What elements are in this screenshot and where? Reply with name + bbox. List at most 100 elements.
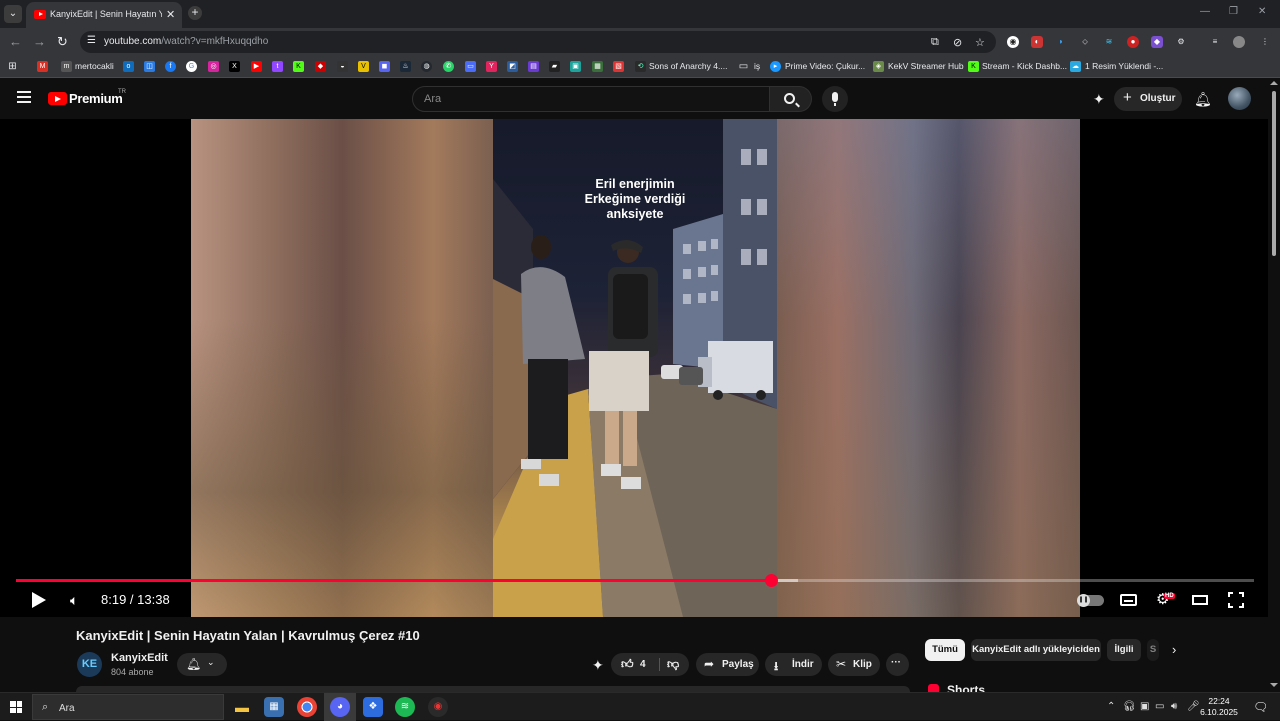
voice-search-mic-icon[interactable] [822,86,848,112]
play-icon[interactable] [32,592,46,608]
search-input[interactable]: Ara [412,86,770,112]
like-icon[interactable]: 👍︎ [621,657,634,672]
system-clock[interactable]: 22:24 6.10.2025 [1199,696,1239,718]
profile-icon[interactable] [1233,36,1245,48]
seek-bar[interactable] [16,574,1254,587]
new-tab-button[interactable]: + [188,6,202,20]
extension-5-icon[interactable]: ≋ [1103,36,1115,48]
forward-icon[interactable]: → [33,34,46,49]
bookmark-mertocakli[interactable]: mertocakli [75,61,114,71]
speaker-icon[interactable]: 🔊︎ [1171,701,1177,712]
share-button[interactable]: ➦ Paylaş [696,653,759,676]
url-text[interactable]: youtube.com/watch?v=mkfHxuqqdho [104,36,268,47]
taskbar-search-input[interactable]: ⌕ Ara [32,694,224,720]
bookmark-sons-of-anarchy[interactable]: Sons of Anarchy 4.... [649,61,727,71]
twitch-icon[interactable]: t [272,61,283,72]
scroll-up-icon[interactable] [1270,81,1278,85]
notification-center-icon[interactable]: 🗨︎ [1253,700,1268,714]
more-actions-button[interactable]: ··· [886,653,909,676]
facebook-icon[interactable]: f [165,61,176,72]
app-taskbar-icon[interactable]: ❖ [363,697,383,717]
extension-4-icon[interactable]: ⬦ [1079,36,1091,48]
autoplay-toggle[interactable]: ❚❚ [1077,594,1104,607]
youtube-logo-icon[interactable] [48,92,67,105]
bookmark-purple-icon[interactable]: ▤ [528,61,539,72]
chip-from-uploader[interactable]: KanyixEdit adlı yükleyiciden [971,639,1101,661]
tab-search-icon[interactable]: ⌄ [4,5,22,23]
kick-icon[interactable]: K [293,61,304,72]
extension-3-icon[interactable]: ◗ [1055,36,1067,48]
maximize-icon[interactable]: ❐ [1229,6,1238,17]
chrome-icon[interactable] [297,697,317,717]
windows-start-icon[interactable] [10,701,22,713]
chevron-right-icon[interactable]: › [1172,642,1176,657]
site-info-icon[interactable]: ☰ [87,35,96,46]
ask-ai-sparkle-icon[interactable]: ✦ [592,657,604,674]
tracking-protection-icon[interactable]: ⊘ [953,36,962,49]
browser-menu-icon[interactable]: ⋮ [1259,36,1271,48]
network-icon[interactable]: ▭ [1155,701,1164,712]
volume-icon[interactable]: 🔈︎ [70,592,78,609]
bookmark-v-icon[interactable]: V [358,61,369,72]
dislike-icon[interactable]: 👎︎ [667,657,679,672]
scroll-down-icon[interactable] [1270,683,1278,687]
microphone-icon[interactable]: 🎤︎ [1187,701,1200,712]
download-button[interactable]: ⭳ İndir [765,653,822,676]
bookmark-prime-video[interactable]: Prime Video: Çukur... [785,61,865,71]
subscribed-notifications-button[interactable]: 🔔︎ ⌄ [177,653,227,676]
video-frame[interactable]: Eril enerjimin Erkeğime verdiği anksiyet… [493,119,777,617]
chip-related[interactable]: İlgili [1107,639,1141,661]
bookmark-kick-dashboard[interactable]: Stream - Kick Dashb... [982,61,1067,71]
channel-avatar[interactable]: KE [77,652,102,677]
scrollbar-thumb[interactable] [1272,91,1276,256]
extension-1-icon[interactable]: ◉ [1007,36,1019,48]
back-icon[interactable]: ← [9,34,22,49]
tray-app-icon[interactable]: ▣ [1140,701,1149,712]
notifications-bell-icon[interactable]: 🔔︎ [1194,91,1212,108]
reading-list-icon[interactable]: ≡ [1209,36,1221,48]
google-icon[interactable]: G [186,61,197,72]
guide-menu-icon[interactable] [17,91,31,103]
bookmark-chart-icon[interactable]: ◩ [507,61,518,72]
steam-icon[interactable]: ♨ [400,61,411,72]
chip-partial[interactable]: S [1147,639,1159,661]
tray-overflow-icon[interactable]: ⌃ [1107,701,1115,712]
bookmark-kekv[interactable]: KekV Streamer Hub [888,61,964,71]
bookmark-resim[interactable]: 1 Resim Yüklendi -... [1085,61,1163,71]
bookmark-site-icon[interactable]: ◫ [144,61,155,72]
app-red-taskbar-icon[interactable]: ◉ [428,697,448,717]
bookmark-dark2-icon[interactable]: ▰ [549,61,560,72]
discord-icon[interactable]: ◼ [379,61,390,72]
browser-tab[interactable]: KanyixEdit | Senin Hayatın Yalan ✕ [26,2,182,28]
github-icon[interactable]: ◍ [421,61,432,72]
search-button[interactable] [770,86,812,112]
apps-grid-icon[interactable]: ⊞ [7,61,18,72]
bookmark-blue-icon[interactable]: ▭ [465,61,476,72]
theater-mode-icon[interactable] [1192,595,1208,605]
extension-6-icon[interactable]: ● [1127,36,1139,48]
create-button[interactable]: + Oluştur [1114,87,1182,111]
video-player[interactable]: Eril enerjimin Erkeğime verdiği anksiyet… [0,119,1268,617]
x-twitter-icon[interactable]: X [229,61,240,72]
subtitles-icon[interactable] [1120,594,1137,606]
bookmark-y-icon[interactable]: Y [486,61,497,72]
channel-name[interactable]: KanyixEdit [111,652,168,664]
account-avatar[interactable] [1228,87,1251,110]
premium-wordmark[interactable]: Premium [69,91,123,106]
bookmark-folder-is[interactable]: iş [754,61,760,71]
file-explorer-icon[interactable]: ▬ [232,697,252,717]
reload-icon[interactable]: ↻ [57,34,68,50]
bookmark-teal-icon[interactable]: ▣ [570,61,581,72]
bookmark-star-icon[interactable]: ☆ [975,36,985,49]
instagram-icon[interactable]: ◎ [208,61,219,72]
page-scrollbar[interactable] [1268,79,1280,692]
discord-taskbar-icon[interactable]: ◕ [330,697,350,717]
calculator-icon[interactable]: ▦ [264,697,284,717]
ai-sparkle-icon[interactable]: ✦ [1093,91,1105,108]
address-bar[interactable]: ☰ youtube.com/watch?v=mkfHxuqqdho ⧉ ⊘ ☆ [80,31,996,53]
bookmark-green-icon[interactable]: ▦ [592,61,603,72]
bookmark-red-icon[interactable]: ◆ [315,61,326,72]
clip-button[interactable]: ✂ Klip [828,653,880,676]
window-close-icon[interactable]: ✕ [1258,6,1266,17]
tab-close-icon[interactable]: ✕ [166,8,175,21]
